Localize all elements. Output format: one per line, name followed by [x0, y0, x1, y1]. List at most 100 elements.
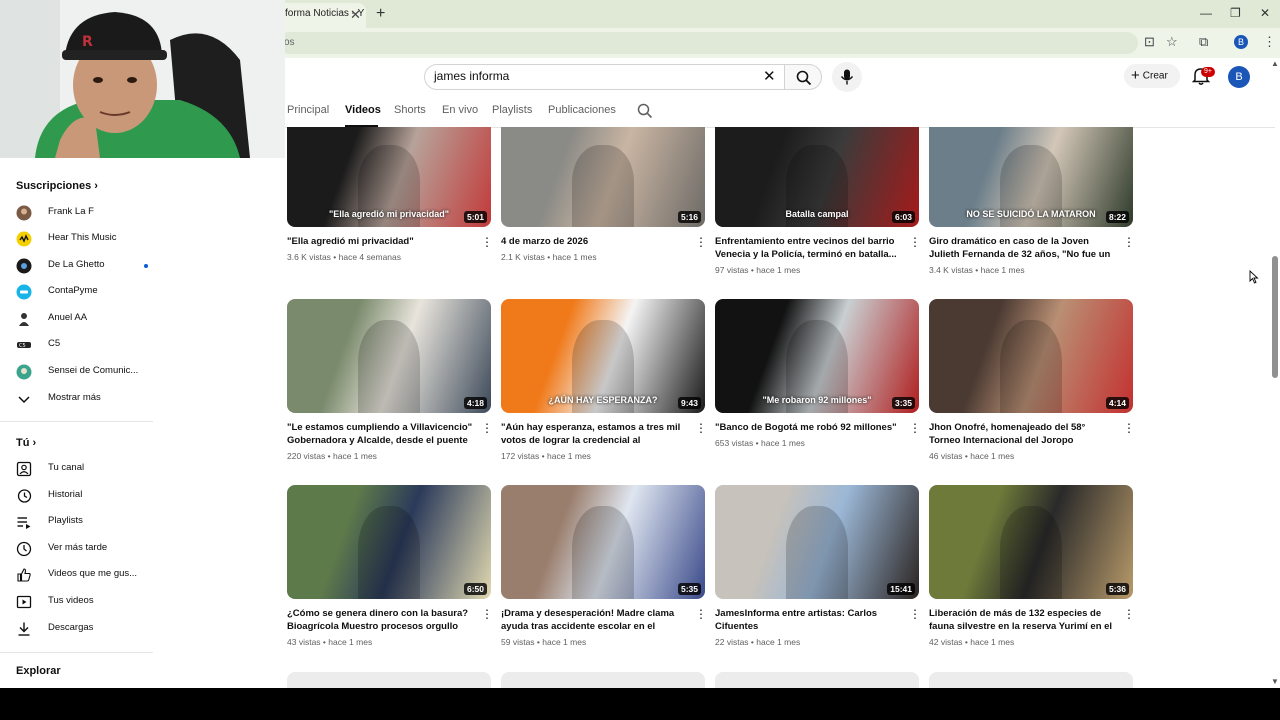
- video-options-menu-icon[interactable]: ⋮: [1123, 608, 1135, 620]
- tab-en-vivo[interactable]: En vivo: [442, 104, 478, 116]
- video-title[interactable]: JamesInforma entre artistas: Carlos Cifu…: [715, 607, 901, 633]
- video-thumbnail[interactable]: 15:41: [715, 485, 919, 599]
- video-title[interactable]: 4 de marzo de 2026: [501, 235, 687, 248]
- video-options-menu-icon[interactable]: ⋮: [1123, 422, 1135, 434]
- meta-separator: •: [544, 252, 553, 262]
- sidebar-item-anuel-aa[interactable]: Anuel AA: [16, 309, 156, 329]
- video-title[interactable]: ¡Drama y desesperación! Madre clama ayud…: [501, 607, 687, 633]
- create-button[interactable]: + Crear: [1124, 64, 1180, 88]
- video-title[interactable]: Jhon Onofré, homenajeado del 58° Torneo …: [929, 421, 1115, 447]
- meta-separator: •: [753, 438, 761, 448]
- sidebar-item-playlists[interactable]: Playlists: [16, 512, 156, 532]
- plus-icon: +: [1131, 67, 1140, 84]
- video-title[interactable]: "Ella agredió mi privacidad": [287, 235, 473, 248]
- you-heading[interactable]: Tú ›: [16, 437, 36, 449]
- tab-videos[interactable]: Videos: [345, 104, 381, 116]
- sidebar-item-label: Descargas: [48, 622, 94, 633]
- video-thumbnail[interactable]: 4:14: [929, 299, 1133, 413]
- video-thumbnail[interactable]: 5:35: [501, 485, 705, 599]
- video-thumbnail[interactable]: Batalla campal 6:03: [715, 127, 919, 227]
- sidebar-item-label: De La Ghetto: [48, 259, 105, 270]
- video-title[interactable]: ¿Cómo se genera dinero con la basura? Bi…: [287, 607, 473, 633]
- sidebar-item-sensei[interactable]: Sensei de Comunic...: [16, 362, 156, 382]
- video-thumbnail[interactable]: 5:36: [929, 485, 1133, 599]
- channel-avatar-icon: [16, 205, 32, 221]
- minimize-icon[interactable]: —: [1200, 6, 1212, 20]
- sidebar-item-liked-videos[interactable]: Videos que me gus...: [16, 565, 156, 585]
- cast-icon[interactable]: ⊡: [1144, 34, 1155, 50]
- sidebar-item-historial[interactable]: Historial: [16, 486, 156, 506]
- window-close-icon[interactable]: ✕: [1260, 6, 1270, 20]
- video-thumbnail[interactable]: ¿AÚN HAY ESPERANZA? 9:43: [501, 299, 705, 413]
- video-title[interactable]: "Banco de Bogotá me robó 92 millones": [715, 421, 901, 434]
- video-options-menu-icon[interactable]: ⋮: [1123, 236, 1135, 248]
- sidebar-item-descargas[interactable]: Descargas: [16, 619, 156, 639]
- video-thumbnail[interactable]: 5:16: [501, 127, 705, 227]
- video-thumbnail[interactable]: "Me robaron 92 millones" 3:35: [715, 299, 919, 413]
- video-options-menu-icon[interactable]: ⋮: [909, 608, 921, 620]
- browser-profile-avatar[interactable]: B: [1234, 35, 1248, 49]
- scroll-down-arrow-icon[interactable]: ▼: [1271, 677, 1279, 686]
- video-thumbnail[interactable]: 4:18: [287, 299, 491, 413]
- tab-shorts[interactable]: Shorts: [394, 104, 426, 116]
- extensions-icon[interactable]: ⧉: [1199, 34, 1208, 50]
- new-tab-icon[interactable]: +: [376, 5, 385, 23]
- sidebar-item-contapyme[interactable]: ContaPyme: [16, 282, 156, 302]
- account-avatar[interactable]: B: [1228, 66, 1250, 88]
- restore-icon[interactable]: ❐: [1230, 6, 1241, 20]
- video-thumbnail[interactable]: 6:50: [287, 485, 491, 599]
- channel-avatar-icon: [16, 258, 32, 274]
- video-title[interactable]: Giro dramático en caso de la Joven Julie…: [929, 235, 1115, 261]
- video-title[interactable]: Enfrentamiento entre vecinos del barrio …: [715, 235, 901, 261]
- video-options-menu-icon[interactable]: ⋮: [909, 422, 921, 434]
- video-options-menu-icon[interactable]: ⋮: [695, 422, 707, 434]
- sidebar-item-tu-canal[interactable]: Tu canal: [16, 459, 156, 479]
- video-options-menu-icon[interactable]: ⋮: [909, 236, 921, 248]
- video-options-menu-icon[interactable]: ⋮: [695, 236, 707, 248]
- sidebar-item-hear-this-music[interactable]: Hear This Music: [16, 229, 156, 249]
- thumbnail-figure: [1000, 505, 1062, 599]
- video-title[interactable]: Liberación de más de 132 especies de fau…: [929, 607, 1115, 633]
- video-title[interactable]: "Le estamos cumpliendo a Villavicencio" …: [287, 421, 473, 447]
- browser-menu-icon[interactable]: ⋮: [1263, 34, 1276, 50]
- voice-search-button[interactable]: [832, 62, 862, 92]
- tab-publicaciones[interactable]: Publicaciones: [548, 104, 616, 116]
- video-meta: 97 vistas • hace 1 mes: [715, 265, 800, 275]
- subscriptions-heading[interactable]: Suscripciones ›: [16, 180, 98, 192]
- sidebar-item-tus-videos[interactable]: Tus videos: [16, 592, 156, 612]
- video-options-menu-icon[interactable]: ⋮: [481, 422, 493, 434]
- you-heading-label: Tú: [16, 437, 30, 449]
- video-views: 43 vistas: [287, 637, 321, 647]
- channel-search-icon[interactable]: [637, 103, 653, 119]
- scroll-up-arrow-icon[interactable]: ▲: [1271, 59, 1279, 68]
- sidebar-item-ver-mas-tarde[interactable]: Ver más tarde: [16, 539, 156, 559]
- video-duration: 5:16: [677, 211, 701, 223]
- video-placeholder: [287, 672, 491, 688]
- video-options-menu-icon[interactable]: ⋮: [481, 236, 493, 248]
- address-bar[interactable]: os: [278, 32, 1138, 54]
- video-options-menu-icon[interactable]: ⋮: [481, 608, 493, 620]
- video-views: 46 vistas: [929, 451, 963, 461]
- browser-profile-initial: B: [1237, 37, 1244, 47]
- tab-principal[interactable]: Principal: [287, 104, 329, 116]
- scrollbar-thumb[interactable]: [1272, 256, 1278, 378]
- clear-search-icon[interactable]: ✕: [763, 67, 776, 85]
- video-thumbnail[interactable]: NO SE SUICIDÓ LA MATARON 8:22: [929, 127, 1133, 227]
- tab-playlists[interactable]: Playlists: [492, 104, 532, 116]
- video-title[interactable]: "Aún hay esperanza, estamos a tres mil v…: [501, 421, 687, 447]
- close-icon[interactable]: ✕: [350, 7, 361, 23]
- create-label: Crear: [1142, 70, 1168, 82]
- sidebar-item-de-la-ghetto[interactable]: De La Ghetto: [16, 256, 156, 276]
- thumbnail-caption: "Me robaron 92 millones": [762, 395, 872, 405]
- video-thumbnail[interactable]: "Ella agredió mi privacidad" 5:01: [287, 127, 491, 227]
- channel-avatar-icon: [16, 284, 32, 300]
- sidebar-divider: [0, 421, 153, 422]
- sidebar-item-c5[interactable]: C5 C5: [16, 335, 156, 355]
- thumbs-up-icon: [17, 568, 31, 582]
- search-button[interactable]: [784, 64, 822, 90]
- video-age: hace 1 mes: [756, 265, 801, 275]
- bookmark-star-icon[interactable]: ☆: [1166, 34, 1178, 50]
- show-more-button[interactable]: Mostrar más: [16, 389, 156, 409]
- video-options-menu-icon[interactable]: ⋮: [695, 608, 707, 620]
- sidebar-item-frank-la-f[interactable]: Frank La F: [16, 203, 156, 223]
